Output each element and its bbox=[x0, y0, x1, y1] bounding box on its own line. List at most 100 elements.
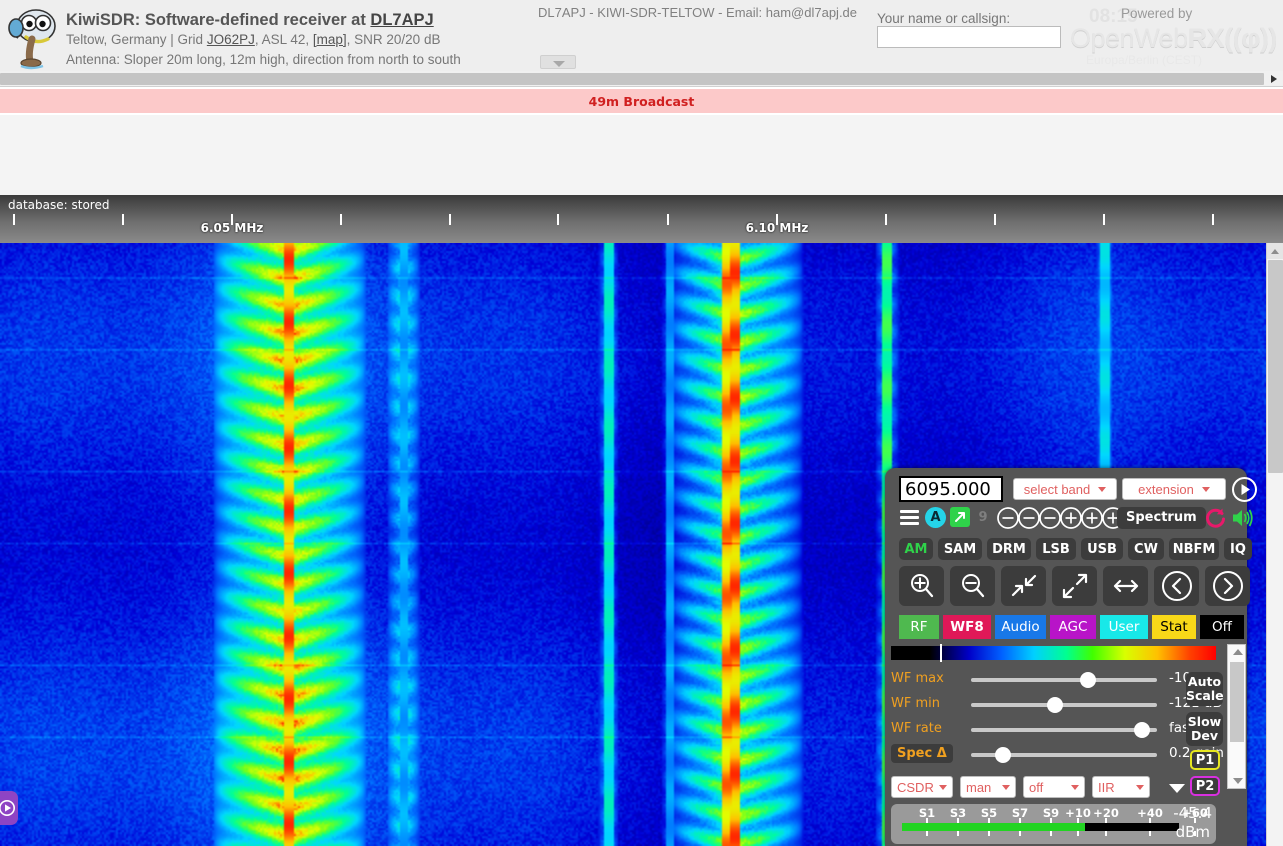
logo-wave-text: ((φ)) bbox=[1224, 23, 1277, 53]
slow-dev-line1: Slow bbox=[1187, 714, 1222, 729]
slider-label-wf-min: WF min bbox=[891, 696, 940, 711]
slider-knob[interactable] bbox=[994, 747, 1011, 763]
scale-tick-label: 6.10 MHz bbox=[745, 221, 809, 235]
expand-header-caret[interactable] bbox=[540, 55, 576, 69]
panel-scroll-up-icon[interactable] bbox=[1233, 649, 1243, 655]
vertical-scrollbar-thumb[interactable] bbox=[1268, 260, 1283, 473]
preset-p1-button[interactable]: P1 bbox=[1190, 750, 1220, 770]
slider-knob[interactable] bbox=[1134, 722, 1151, 738]
frequency-scale[interactable]: database: stored 6.05 MHz 6.10 MHz bbox=[0, 195, 1283, 243]
spectrum-toggle-button[interactable]: Spectrum bbox=[1117, 507, 1206, 529]
fn-button-agc[interactable]: AGC bbox=[1050, 615, 1096, 639]
slider-knob[interactable] bbox=[1046, 697, 1063, 713]
zoom-in-icon bbox=[910, 574, 933, 598]
dropdown-off[interactable]: off bbox=[1023, 776, 1085, 798]
chevron-down-icon bbox=[1002, 784, 1010, 790]
owner-contact-line: DL7APJ - KIWI-SDR-TELTOW - Email: ham@dl… bbox=[538, 5, 858, 20]
mode-button-nbfm[interactable]: NBFM bbox=[1169, 538, 1219, 560]
smeter-tick bbox=[1019, 831, 1021, 836]
horizontal-scrollbar[interactable] bbox=[0, 71, 1283, 87]
panel-scrollbar-thumb[interactable] bbox=[1230, 662, 1244, 742]
slider-label-wf-max: WF max bbox=[891, 671, 944, 686]
kiwisdr-page: DL7APJ - KIWI-SDR-TELTOW - Email: ham@dl… bbox=[0, 0, 1283, 846]
extension-dropdown[interactable]: extension bbox=[1122, 478, 1226, 500]
grid-link[interactable]: JO62PJ bbox=[207, 32, 255, 47]
scale-tick bbox=[340, 214, 342, 225]
mode-button-lsb[interactable]: LSB bbox=[1036, 538, 1076, 560]
step-up-medium-icon[interactable] bbox=[1081, 507, 1103, 529]
select-band-dropdown[interactable]: select band bbox=[1013, 478, 1117, 500]
slider-track[interactable] bbox=[971, 678, 1157, 682]
more-options-caret-icon[interactable] bbox=[1169, 784, 1185, 793]
show-left-panel-tab[interactable] bbox=[0, 791, 18, 825]
scale-tick-label: 6.05 MHz bbox=[200, 221, 264, 235]
antenna-line: Antenna: Sloper 20m long, 12m high, dire… bbox=[66, 52, 461, 67]
zoom-in-button[interactable] bbox=[899, 566, 944, 606]
map-link[interactable]: [map] bbox=[313, 32, 347, 47]
fn-button-off[interactable]: Off bbox=[1200, 615, 1244, 639]
slider-knob[interactable] bbox=[1080, 672, 1097, 688]
step-down-small-icon[interactable] bbox=[1039, 507, 1061, 529]
scroll-up-arrow-icon[interactable] bbox=[1267, 243, 1283, 259]
fn-button-rf[interactable]: RF bbox=[899, 615, 939, 639]
step-down-medium-icon[interactable] bbox=[1018, 507, 1040, 529]
mode-button-iq[interactable]: IQ bbox=[1224, 538, 1252, 560]
name-input-label: Your name or callsign: bbox=[877, 11, 1011, 26]
chevron-left-circle-icon bbox=[1161, 571, 1192, 601]
smeter-value: -45.4 bbox=[1173, 804, 1212, 822]
step-up-small-icon[interactable] bbox=[1060, 507, 1082, 529]
panel-scrollbar[interactable] bbox=[1227, 644, 1246, 789]
page-title-prefix: KiwiSDR: Software-defined receiver at bbox=[66, 11, 371, 29]
next-station-button[interactable] bbox=[1205, 566, 1250, 606]
dropdown-csdr[interactable]: CSDR bbox=[891, 776, 953, 798]
antenna-switch-icon[interactable]: A bbox=[925, 507, 946, 528]
external-link-icon[interactable] bbox=[950, 507, 970, 527]
band-indicator-bar[interactable]: 49m Broadcast bbox=[0, 88, 1283, 113]
slider-row: WF max-10 dB bbox=[891, 668, 1216, 693]
callsign-link[interactable]: DL7APJ bbox=[370, 11, 433, 29]
fn-button-stat[interactable]: Stat bbox=[1152, 615, 1196, 639]
vertical-scrollbar[interactable] bbox=[1266, 243, 1283, 846]
timezone-label: Europa/Berlin (CEST) bbox=[1086, 53, 1203, 67]
scroll-right-arrow-icon[interactable] bbox=[1268, 73, 1280, 85]
scale-tick bbox=[13, 214, 15, 225]
slow-dev-button[interactable]: Slow Dev bbox=[1186, 712, 1223, 746]
horizontal-scrollbar-thumb[interactable] bbox=[0, 73, 1264, 85]
auto-scale-button[interactable]: Auto Scale bbox=[1186, 672, 1224, 706]
fn-button-audio[interactable]: Audio bbox=[995, 615, 1046, 639]
smeter-tick bbox=[926, 831, 928, 836]
prev-station-button[interactable] bbox=[1154, 566, 1199, 606]
panel-scroll-down-icon[interactable] bbox=[1233, 778, 1243, 784]
scale-tick bbox=[1103, 214, 1105, 225]
smeter-bar-background bbox=[902, 823, 1179, 831]
refresh-icon[interactable] bbox=[1204, 506, 1227, 529]
frequency-input[interactable] bbox=[899, 476, 1003, 502]
play-button[interactable] bbox=[1232, 477, 1257, 502]
left-right-arrow-icon bbox=[1113, 579, 1138, 593]
zoom-width-button[interactable] bbox=[1103, 566, 1148, 606]
frequency-row: select band extension bbox=[894, 476, 1257, 504]
zoom-max-button[interactable] bbox=[1052, 566, 1097, 606]
chevron-down-icon bbox=[939, 784, 947, 790]
mode-button-cw[interactable]: CW bbox=[1128, 538, 1164, 560]
page-header: DL7APJ - KIWI-SDR-TELTOW - Email: ham@dl… bbox=[0, 0, 1283, 72]
zoom-to-fit-button[interactable] bbox=[1001, 566, 1046, 606]
fn-button-wf8[interactable]: WF8 bbox=[943, 615, 991, 639]
slider-track[interactable] bbox=[971, 703, 1157, 707]
smeter-tick bbox=[957, 831, 959, 836]
fn-button-user[interactable]: User bbox=[1100, 615, 1148, 639]
mode-button-sam[interactable]: SAM bbox=[938, 538, 982, 560]
dropdown-man[interactable]: man bbox=[960, 776, 1016, 798]
step-down-large-icon[interactable] bbox=[997, 507, 1019, 529]
mode-button-am[interactable]: AM bbox=[899, 538, 933, 560]
speaker-volume-icon[interactable] bbox=[1231, 507, 1255, 529]
slow-dev-line2: Dev bbox=[1190, 728, 1218, 743]
dropdown-label: man bbox=[966, 779, 992, 795]
mode-button-usb[interactable]: USB bbox=[1081, 538, 1123, 560]
name-or-callsign-input[interactable] bbox=[877, 26, 1061, 48]
slider-track[interactable] bbox=[971, 728, 1157, 732]
zoom-out-button[interactable] bbox=[950, 566, 995, 606]
mode-button-drm[interactable]: DRM bbox=[987, 538, 1031, 560]
hamburger-menu-icon[interactable] bbox=[900, 510, 919, 525]
dropdown-iir[interactable]: IIR bbox=[1092, 776, 1150, 798]
